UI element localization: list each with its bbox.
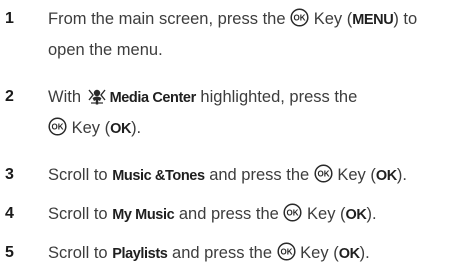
bold-label: OK — [110, 121, 132, 137]
text: From the main screen, press the — [48, 10, 291, 28]
step-text: From the main screen, press the OK Key (… — [48, 4, 468, 65]
step-number: 2 — [5, 88, 14, 105]
step-number: 3 — [5, 166, 14, 183]
bold-label: OK — [345, 207, 367, 223]
bold-label: OK — [338, 246, 360, 262]
step-line: Scroll to Playlists and press the OK Key… — [48, 238, 468, 269]
text: Key ( — [302, 205, 346, 223]
text: Scroll to — [48, 166, 113, 184]
text: highlighted, press the — [195, 88, 358, 106]
text: Scroll to — [48, 244, 113, 262]
text: and press the — [204, 166, 314, 184]
text: ). — [366, 205, 377, 223]
step-number: 4 — [5, 205, 14, 222]
step-line: Scroll to My Music and press the OK Key … — [48, 199, 468, 230]
text: With — [48, 88, 86, 106]
step-line: Scroll to Music &Tones and press the OK … — [48, 160, 468, 191]
text: and press the — [174, 205, 284, 223]
text: ). — [131, 119, 142, 137]
svg-text:OK: OK — [317, 170, 329, 179]
text: ). — [396, 166, 407, 184]
svg-text:OK: OK — [52, 123, 64, 132]
text: Key ( — [295, 244, 339, 262]
svg-text:OK: OK — [280, 248, 292, 257]
step-text: Scroll to Music &Tones and press the OK … — [48, 160, 468, 191]
text: Key ( — [309, 10, 353, 28]
text: ) to — [393, 10, 418, 28]
bold-label: OK — [375, 168, 397, 184]
ok-key-icon: OK — [283, 203, 302, 222]
media-center-icon — [86, 87, 108, 105]
text: and press the — [167, 244, 277, 262]
bold-label: Music &Tones — [112, 168, 205, 184]
ok-key-icon: OK — [290, 8, 309, 27]
step-number: 1 — [5, 10, 14, 27]
text: ). — [359, 244, 370, 262]
step-line: With Media Center highlighted, press the — [48, 82, 468, 113]
step-line: OK Key (OK). — [48, 113, 468, 144]
ok-key-icon: OK — [277, 242, 296, 261]
bold-label: Media Center — [109, 90, 197, 106]
text: Key ( — [67, 119, 111, 137]
bold-label: My Music — [112, 207, 175, 223]
bold-label: Playlists — [112, 246, 168, 262]
step-line: open the menu. — [48, 41, 163, 59]
svg-text:OK: OK — [287, 209, 299, 218]
ok-key-icon: OK — [314, 164, 333, 183]
step-text: Scroll to Playlists and press the OK Key… — [48, 238, 468, 269]
text: Scroll to — [48, 205, 113, 223]
step-text: Scroll to My Music and press the OK Key … — [48, 199, 468, 230]
step-line: From the main screen, press the OK Key (… — [48, 4, 468, 35]
step-number: 5 — [5, 244, 14, 261]
svg-text:OK: OK — [294, 14, 306, 23]
step-text: With Media Center highlighted, press the… — [48, 82, 468, 144]
ok-key-icon: OK — [48, 117, 67, 136]
bold-label: MENU — [352, 12, 394, 28]
text: Key ( — [332, 166, 376, 184]
